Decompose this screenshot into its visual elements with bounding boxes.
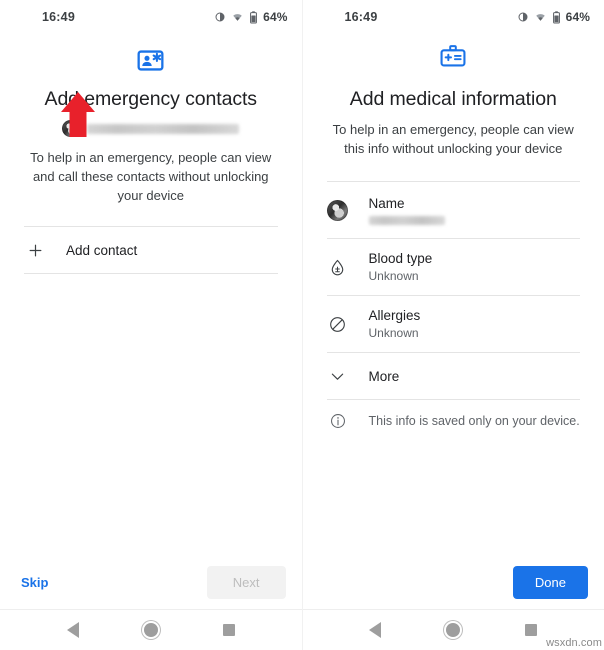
home-button[interactable] — [134, 613, 168, 647]
wifi-icon — [534, 11, 547, 23]
dual-screenshot-container: 16:49 64% Add emergency contacts To help… — [0, 0, 604, 650]
battery-icon — [552, 10, 561, 24]
blood-drop-icon — [327, 258, 349, 277]
brightness-icon — [214, 11, 226, 23]
allergies-label: Allergies — [368, 308, 421, 323]
home-button[interactable] — [436, 613, 470, 647]
status-bar-right: 16:49 64% — [303, 0, 604, 34]
status-time: 16:49 — [42, 10, 75, 24]
annotation-arrow-up-icon — [58, 91, 98, 139]
blood-type-row-text: Blood type Unknown — [369, 250, 433, 284]
left-phone-screen: 16:49 64% Add emergency contacts To help… — [0, 0, 302, 650]
page-subtitle-left: To help in an emergency, people can view… — [30, 150, 272, 203]
system-nav-bar-right: wsxdn.com — [302, 609, 604, 650]
device-storage-note-row: This info is saved only on your device. — [319, 400, 589, 442]
name-row-label: Name — [368, 196, 405, 211]
name-value-redacted — [368, 216, 445, 225]
blood-type-label: Blood type — [368, 251, 433, 266]
account-row[interactable] — [16, 120, 286, 137]
left-content: Add emergency contacts To help in an eme… — [0, 34, 302, 555]
medical-row-allergies[interactable]: Allergies Unknown — [319, 296, 589, 352]
page-title-right: Add medical information — [349, 88, 557, 110]
add-contact-row[interactable]: Add contact — [16, 227, 286, 273]
battery-percent-right: 64% — [565, 10, 590, 24]
back-button[interactable] — [56, 613, 90, 647]
status-icon-group: 64% — [214, 10, 287, 24]
no-entry-icon — [327, 315, 349, 334]
skip-button[interactable]: Skip — [12, 568, 57, 597]
page-title-left: Add emergency contacts — [44, 88, 258, 110]
blood-type-value: Unknown — [368, 269, 419, 283]
emergency-contact-card-icon — [16, 46, 286, 75]
next-button[interactable]: Next — [206, 565, 286, 599]
medical-row-blood-type[interactable]: Blood type Unknown — [319, 239, 589, 295]
medical-row-more[interactable]: More — [319, 353, 589, 399]
allergies-value: Unknown — [368, 326, 419, 340]
status-time-right: 16:49 — [344, 10, 378, 24]
recents-button[interactable] — [212, 613, 246, 647]
more-label: More — [368, 368, 400, 384]
add-contact-text: Add contact — [66, 242, 137, 259]
add-contact-label: Add contact — [66, 242, 138, 258]
status-bar-left: 16:49 64% — [0, 0, 302, 34]
battery-icon — [249, 10, 258, 24]
done-button[interactable]: Done — [512, 565, 588, 599]
medical-badge-icon — [319, 44, 589, 72]
right-content: Add medical information To help in an em… — [303, 34, 604, 555]
account-email-redacted — [87, 123, 240, 134]
brightness-icon — [517, 11, 529, 23]
more-row-text: More — [369, 368, 400, 385]
chevron-down-icon — [327, 367, 349, 386]
device-storage-note-text: This info is saved only on your device. — [368, 414, 580, 428]
watermark: wsxdn.com — [546, 637, 602, 649]
back-button[interactable] — [358, 613, 392, 647]
allergies-row-text: Allergies Unknown — [369, 307, 421, 341]
divider-below-add-contact — [24, 273, 278, 274]
info-icon — [327, 412, 349, 430]
recents-button[interactable] — [514, 613, 548, 647]
right-footer-bar: Done — [303, 555, 604, 609]
name-row-text: Name — [368, 195, 445, 225]
wifi-icon — [231, 11, 244, 23]
plus-icon — [24, 242, 46, 259]
status-icon-group-right: 64% — [517, 10, 590, 24]
left-footer-bar: Skip Next — [0, 555, 302, 609]
system-nav-bar-left — [0, 609, 302, 650]
page-subtitle-right: To help in an emergency, people can view… — [332, 122, 574, 156]
battery-percent: 64% — [263, 10, 288, 24]
right-phone-screen: 16:49 64% Add medical information To hel… — [301, 0, 604, 650]
avatar-icon — [327, 199, 349, 221]
medical-row-name[interactable]: Name — [319, 182, 589, 238]
